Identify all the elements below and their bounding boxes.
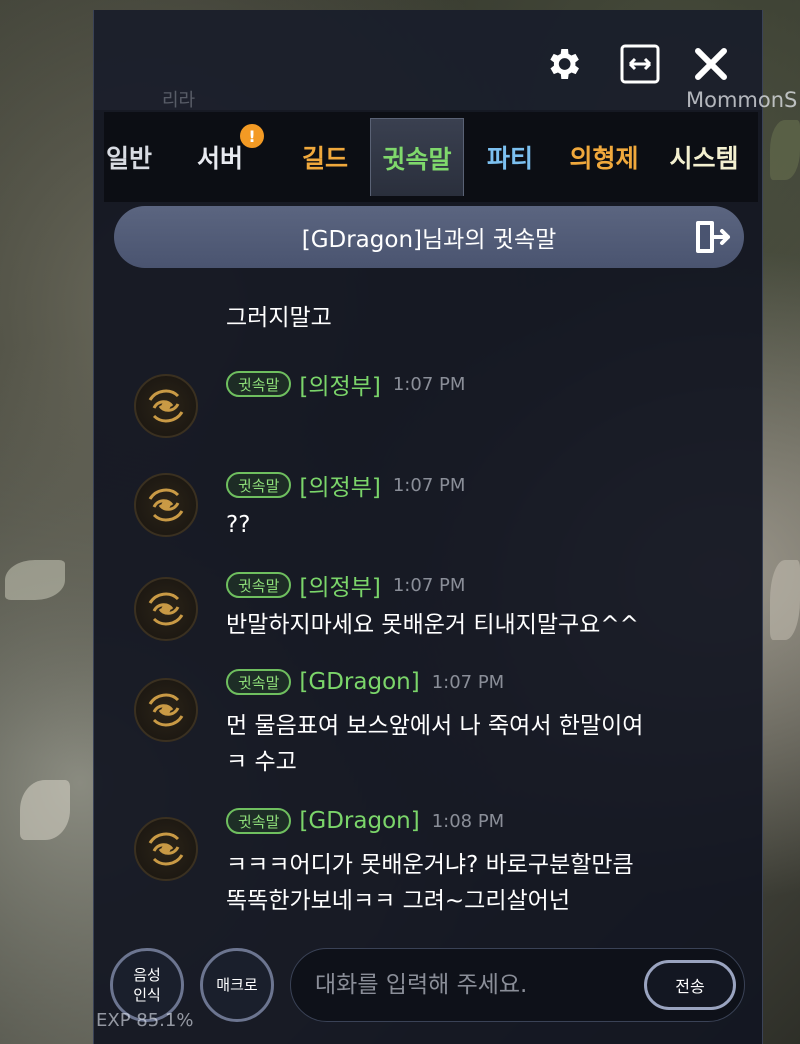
tab-general[interactable]: 일반 [104,118,160,196]
sender-name[interactable]: [의정부] [299,468,380,502]
tab-label: 의형제 [569,144,639,173]
macro-button[interactable]: 매크로 [200,948,274,1022]
gear-icon [550,49,579,79]
background-foliage [5,560,65,600]
tab-whisper[interactable]: 귓속말 [370,118,464,196]
tab-label: 파티 [486,144,533,173]
sender-name[interactable]: [의정부] [299,367,380,401]
sender-name[interactable]: [GDragon] [299,808,419,834]
emblem-icon [148,389,184,423]
message-text: 먼 물음표여 보스앞에서 나 죽여서 한말이여 ㅋ 수고 [226,713,644,775]
close-button[interactable] [689,42,733,86]
settings-button[interactable] [541,42,585,86]
tab-label: 길드 [301,144,348,173]
message-text: 반말하지마세요 못배운거 티내지말구요^^ [226,612,639,638]
whisper-tag: 귓속말 [226,472,292,498]
emblem-icon [148,693,184,727]
message-meta: 귓속말 [의정부] 1:07 PM [226,367,465,401]
timestamp: 1:07 PM [431,671,505,693]
avatar[interactable] [134,817,198,881]
leave-conversation-button[interactable] [692,216,734,258]
notification-badge: ! [240,124,264,148]
tab-guild[interactable]: 길드 [280,118,370,196]
message-meta: 귓속말 [의정부] 1:07 PM [226,568,465,602]
resize-button[interactable] [618,42,662,86]
sender-name[interactable]: [의정부] [299,568,380,602]
timestamp: 1:07 PM [392,373,466,395]
tab-server[interactable]: ! 서버 [160,118,280,196]
tab-system[interactable]: 시스템 [652,118,756,196]
timestamp: 1:07 PM [392,574,466,596]
message-text: 그러지말고 [226,305,332,331]
ghost-right-name: MommonS [686,88,798,112]
ghost-player-name: 리라 [162,90,196,111]
exit-door-icon [696,221,730,253]
ghost-exp: EXP 85.1% [96,1010,194,1031]
expand-horizontal-icon [620,44,660,84]
sender-name[interactable]: [GDragon] [299,669,419,695]
tab-label: 일반 [106,144,153,173]
whisper-tag: 귓속말 [226,808,292,834]
whisper-tag: 귓속말 [226,572,292,598]
avatar[interactable] [134,473,198,537]
message-meta: 귓속말 [의정부] 1:07 PM [226,468,465,502]
emblem-icon [148,592,184,626]
timestamp: 1:08 PM [431,810,505,832]
conversation-title: [GDragon]님과의 귓속말 [301,227,557,253]
send-button[interactable]: 전송 [644,960,736,1010]
timestamp: 1:07 PM [392,474,466,496]
whisper-tag: 귓속말 [226,371,292,397]
tab-label: 시스템 [669,144,739,173]
chat-input-bar: 음성 인식 매크로 전송 [94,930,762,1040]
conversation-header: [GDragon]님과의 귓속말 [114,206,744,268]
message-meta: 귓속말 [GDragon] 1:08 PM [226,808,504,834]
send-label: 전송 [675,977,705,996]
tab-label: 귓속말 [382,144,452,174]
emblem-icon [148,488,184,522]
voice-input-label: 음성 인식 [133,966,161,1004]
background-foliage [770,560,800,640]
avatar[interactable] [134,577,198,641]
macro-label: 매크로 [216,976,258,994]
message-text: ?? [226,512,251,538]
tab-label: 서버 [196,144,243,173]
emblem-icon [148,832,184,866]
chat-window: 리라 일반 ! 서버 길드 귓속말 파티 의형제 시스템 [GDragon]님과… [93,10,763,1044]
avatar[interactable] [134,374,198,438]
background-foliage [20,780,70,840]
message-text: ㅋㅋㅋ어디가 못배운거냐? 바로구분할만큼 똑똑한가보네ㅋㅋ 그려~그리살어넌 [226,852,634,914]
channel-tabs: 일반 ! 서버 길드 귓속말 파티 의형제 시스템 [104,112,758,202]
tab-brotherhood[interactable]: 의형제 [556,118,652,196]
tab-party[interactable]: 파티 [464,118,556,196]
close-icon [695,48,727,80]
avatar[interactable] [134,678,198,742]
background-foliage [770,120,800,180]
message-meta: 귓속말 [GDragon] 1:07 PM [226,669,504,695]
whisper-tag: 귓속말 [226,669,292,695]
